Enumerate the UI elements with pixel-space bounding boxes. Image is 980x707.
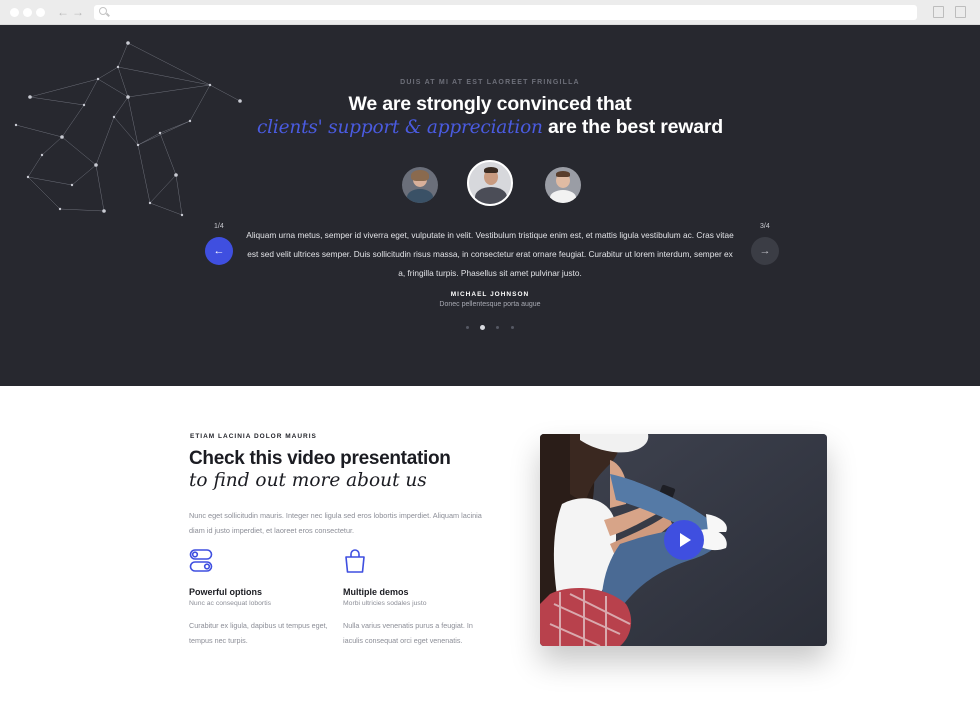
avatar-client-1[interactable]: [402, 167, 438, 203]
next-counter: 3/4: [760, 223, 770, 230]
window-minimize-dot[interactable]: [23, 8, 32, 17]
testimonials-eyebrow: Duis at mi at est laoreet fringilla: [400, 79, 580, 86]
testimonials-heading-line2: clients' support & appreciation are the …: [0, 116, 980, 139]
network-decoration: [14, 41, 242, 217]
testimonial-author-name: Michael Johnson: [450, 291, 530, 298]
video-heading-italic: to find out more about us: [189, 470, 427, 491]
testimonial-quote: Aliquam urna metus, semper id viverra eg…: [246, 230, 734, 278]
avatar-client-active[interactable]: [467, 160, 513, 206]
browser-back-icon[interactable]: ←: [57, 4, 69, 20]
video-section: Etiam lacinia dolor mauris Check this vi…: [0, 386, 980, 707]
feature-title-options: Powerful options: [189, 587, 262, 597]
tabs-icon[interactable]: [955, 6, 966, 18]
video-player[interactable]: [540, 434, 827, 646]
next-testimonial-button[interactable]: →: [751, 237, 779, 265]
heading-accent-text: clients' support & appreciation: [257, 117, 543, 138]
feature-body-options: Curabitur ex ligula, dapibus ut tempus e…: [189, 621, 328, 645]
toggle-icon: [189, 549, 213, 572]
arrow-right-icon: →: [759, 245, 771, 257]
testimonials-heading: We are strongly convinced that: [348, 93, 632, 115]
search-icon: [99, 7, 107, 15]
pagination-dot-2[interactable]: [480, 325, 485, 330]
heading-rest-text: are the best reward: [542, 116, 723, 138]
play-button[interactable]: [664, 520, 704, 560]
video-eyebrow: Etiam lacinia dolor mauris: [190, 433, 317, 440]
window-maximize-dot[interactable]: [36, 8, 45, 17]
avatar-client-3[interactable]: [545, 167, 581, 203]
feature-subtitle-options: Nunc ac consequat lobortis: [189, 600, 271, 607]
video-description: Nunc eget sollicitudin mauris. Integer n…: [189, 511, 482, 535]
feature-subtitle-demos: Morbi ultricies sodales justo: [343, 600, 427, 607]
prev-testimonial-button[interactable]: ←: [205, 237, 233, 265]
browser-forward-icon[interactable]: →: [72, 4, 84, 20]
pagination-dot-4[interactable]: [511, 326, 514, 329]
address-bar[interactable]: [94, 5, 917, 20]
testimonial-author-role: Donec pellentesque porta augue: [439, 301, 541, 308]
shopping-bag-icon: [345, 549, 365, 573]
pagination-dot-1[interactable]: [466, 326, 469, 329]
pagination-dot-3[interactable]: [496, 326, 499, 329]
arrow-left-icon: ←: [213, 245, 225, 257]
feature-title-demos: Multiple demos: [343, 587, 409, 597]
testimonials-section: Duis at mi at est laoreet fringilla We a…: [0, 25, 980, 386]
prev-counter: 1/4: [214, 223, 224, 230]
browser-toolbar: ← →: [0, 0, 980, 25]
window-close-dot[interactable]: [10, 8, 19, 17]
video-heading: Check this video presentation: [189, 448, 451, 469]
feature-body-demos: Nulla varius venenatis purus a feugiat. …: [343, 621, 473, 645]
pagination-dots: [462, 324, 522, 332]
share-icon[interactable]: [933, 6, 944, 18]
